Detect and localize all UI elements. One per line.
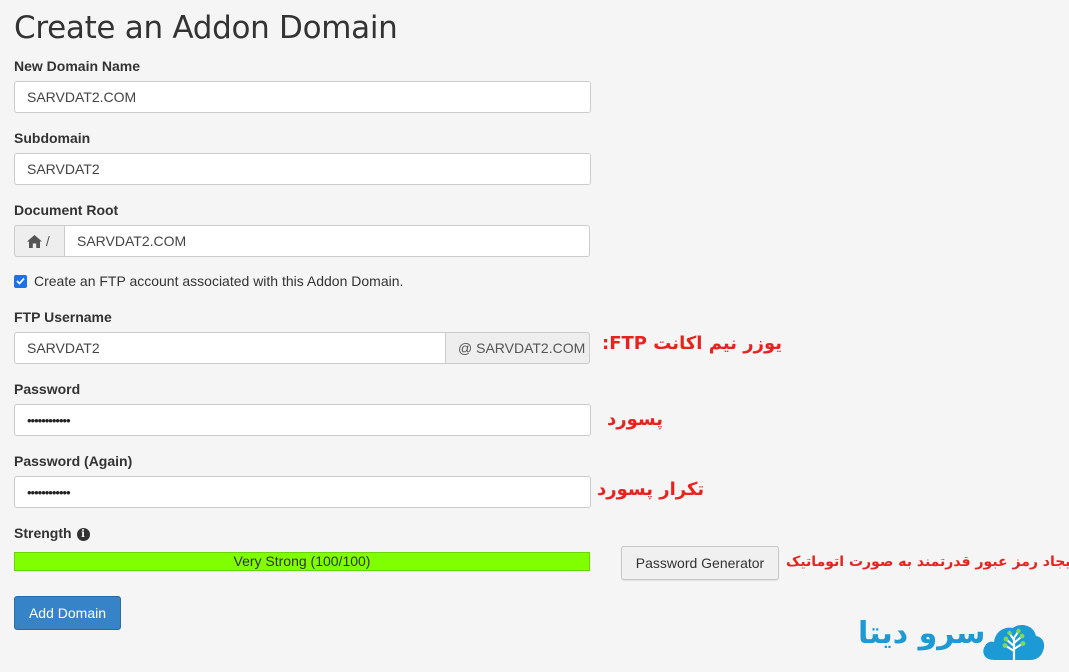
ftp-username-input[interactable]: SARVDAT2 — [14, 332, 446, 364]
strength-label: Strength — [14, 525, 72, 541]
add-domain-button[interactable]: Add Domain — [14, 596, 121, 630]
strength-label-row: Strength i — [14, 525, 90, 541]
page-title: Create an Addon Domain — [14, 10, 398, 46]
subdomain-label: Subdomain — [14, 130, 91, 146]
ftp-domain-suffix: @ SARVDAT2.COM — [445, 332, 590, 364]
password-again-annotation: تکرار پسورد — [597, 479, 705, 500]
password-label: Password — [14, 381, 81, 397]
generator-annotation: ایجاد رمز عبور قدرتمند به صورت اتوماتیک — [786, 554, 1069, 570]
ftp-username-annotation: یوزر نیم اکانت FTP: — [602, 333, 782, 354]
new-domain-label: New Domain Name — [14, 58, 141, 74]
password-dots: •••••••••••• — [27, 413, 71, 428]
password-again-input[interactable]: •••••••••••• — [14, 476, 591, 508]
document-root-slash: / — [45, 233, 50, 249]
subdomain-input[interactable]: SARVDAT2 — [14, 153, 591, 185]
ftp-checkbox-label: Create an FTP account associated with th… — [34, 273, 404, 289]
strength-meter: Very Strong (100/100) — [14, 552, 590, 571]
home-icon — [27, 233, 42, 249]
ftp-checkbox[interactable] — [14, 274, 27, 288]
logo-text: سرو دیتا — [858, 616, 986, 651]
document-root-label: Document Root — [14, 202, 119, 218]
password-generator-button[interactable]: Password Generator — [621, 546, 779, 580]
new-domain-input[interactable]: SARVDAT2.COM — [14, 81, 591, 113]
tree-cloud-icon — [983, 624, 1045, 660]
document-root-input[interactable]: SARVDAT2.COM — [64, 225, 590, 257]
password-input[interactable]: •••••••••••• — [14, 404, 591, 436]
password-annotation: پسورد — [607, 409, 663, 430]
document-root-prefix: / — [14, 225, 65, 257]
info-icon[interactable]: i — [76, 528, 90, 541]
password-again-dots: •••••••••••• — [27, 485, 71, 500]
password-again-label: Password (Again) — [14, 453, 133, 469]
brand-logo: سرو دیتا — [858, 616, 1048, 664]
ftp-username-label: FTP Username — [14, 309, 112, 325]
ftp-checkbox-row[interactable]: Create an FTP account associated with th… — [14, 273, 403, 289]
